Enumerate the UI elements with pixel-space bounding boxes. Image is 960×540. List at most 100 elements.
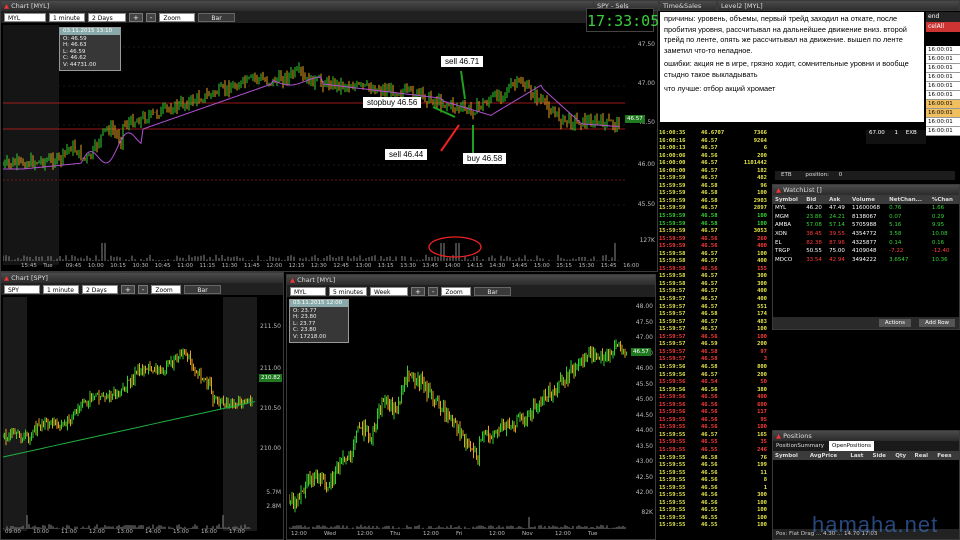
time-sales-window-header[interactable]: Time&Sales xyxy=(659,0,717,11)
myl5-zoom-in-button[interactable]: + xyxy=(411,286,425,296)
watchlist-titlebar[interactable]: ▲ WatchList [] xyxy=(773,185,959,195)
spy-zoom-out-button[interactable]: - xyxy=(137,284,149,294)
actions-button[interactable]: Actions xyxy=(878,319,911,327)
spy-zoom-in-button[interactable]: + xyxy=(121,284,135,294)
cancel-all-button[interactable]: celAll xyxy=(926,22,960,32)
spy-interval-select[interactable]: 1 minute xyxy=(43,284,79,294)
watchlist-row[interactable]: MYL 46.20 47.49 11600068 0.76 1.66 xyxy=(773,204,959,213)
zoom-select[interactable]: Zoom xyxy=(159,12,196,22)
spy-last-price-tag: 210.82 xyxy=(259,374,283,382)
watchlist-row[interactable]: MGM 23.86 24.21 8138067 0.07 0.29 xyxy=(773,213,959,222)
note-improve: что лучше: отбор акций хромает xyxy=(664,83,776,93)
tab-position-summary[interactable]: PositionSummary xyxy=(773,441,827,451)
positions-column-header[interactable]: Last xyxy=(848,451,871,460)
y-tick: 44.50 xyxy=(635,411,653,419)
x-tick: 10:45 xyxy=(154,263,171,269)
x-tick: 16:00 xyxy=(201,529,217,535)
watchlist-window[interactable]: ▲ WatchList [] Symbol Bid Ask Volume NetChan… xyxy=(772,184,960,330)
zoom-out-button[interactable]: - xyxy=(145,12,157,22)
level2-time: 16:00:01 xyxy=(926,91,960,100)
time-sales-row: 15:59:59 46.58 96 xyxy=(659,183,771,191)
send-button[interactable]: end xyxy=(926,12,960,22)
spy-range-select[interactable]: 2 Days xyxy=(82,284,118,294)
volume-tick: 2.8M xyxy=(266,503,281,510)
positions-column-header[interactable]: Symbol xyxy=(773,451,808,460)
time-sales-row: 15:59:59 46.57 3053 xyxy=(659,228,771,236)
trade-price: 46.57 xyxy=(701,145,718,152)
watchlist-row[interactable]: EL 82.38 87.96 4325877 0.14 0.16 xyxy=(773,238,959,247)
spy-price-plot[interactable] xyxy=(3,297,257,531)
chart-style-button[interactable]: Bar xyxy=(198,12,235,22)
watchlist-row[interactable]: AMBA 57.08 57.14 5705988 5.16 9.95 xyxy=(773,221,959,230)
positions-column-header[interactable]: AvgPrice xyxy=(807,451,849,460)
trade-price: 46.57 xyxy=(701,250,718,257)
myl5-chart-titlebar[interactable]: ▲ Chart [MYL] xyxy=(287,275,655,285)
time-sales-row: 15:59:55 46.55 100 xyxy=(659,507,771,515)
watchlist-cell-net: 0.76 xyxy=(889,205,902,212)
x-tick: 09:00 xyxy=(5,529,21,535)
trade-price: 46.58 xyxy=(701,197,718,204)
x-tick: 15:45 xyxy=(600,263,617,269)
y-tick: 211.50 xyxy=(260,323,281,330)
myl5-symbol-select[interactable]: MYL xyxy=(290,286,326,296)
watchlist-column-header[interactable]: %Chan xyxy=(929,195,959,204)
watchlist-cell-symbol: EL xyxy=(775,239,782,246)
myl5-interval-select[interactable]: 5 minutes xyxy=(329,286,367,296)
trade-size: 100 xyxy=(757,333,767,340)
watchlist-column-header[interactable]: Bid xyxy=(804,195,828,204)
main-chart-window[interactable]: ▲ Chart [MYL] _□x MYL 1 minute 2 Days + … xyxy=(0,0,658,272)
watchlist-column-header[interactable]: Volume xyxy=(850,195,888,204)
x-tick: 11:00 xyxy=(177,263,193,269)
trade-price: 46.57 xyxy=(701,160,718,167)
watchlist-table: Symbol Bid Ask Volume NetChan... %Chan MYL 46.… xyxy=(773,195,959,264)
x-tick: 15:15 xyxy=(556,263,573,269)
myl5-chart-window[interactable]: ▲ Chart [MYL] MYL 5 minutes Week + - Zoo… xyxy=(286,274,656,540)
trade-time: 15:59:57 xyxy=(659,356,686,363)
time-sales-list[interactable]: 16:00:35 46.6707 7366 16:00:16 46.57 9264 16:0… xyxy=(659,130,771,530)
watchlist-row[interactable]: XON 38.45 39.55 4354772 3.58 10.08 xyxy=(773,230,959,239)
interval-select[interactable]: 1 minute xyxy=(49,12,85,22)
time-sales-row: 15:59:55 46.56 11 xyxy=(659,470,771,478)
positions-column-header[interactable]: Qty xyxy=(893,451,913,460)
symbol-select[interactable]: MYL xyxy=(4,12,46,22)
spy-chart-window[interactable]: ▲ Chart [SPY] SPY 1 minute 2 Days + - Zo… xyxy=(0,272,284,540)
myl5-zoom-select[interactable]: Zoom xyxy=(441,286,472,296)
watchlist-row[interactable]: TRGP 50.55 75.00 4109048 -7.22 -12.40 xyxy=(773,247,959,256)
spy-chart-titlebar[interactable]: ▲ Chart [SPY] xyxy=(1,273,283,283)
positions-column-header[interactable]: Side xyxy=(870,451,894,460)
time-sales-row: 15:59:56 46.57 200 xyxy=(659,372,771,380)
add-row-button[interactable]: Add Row xyxy=(919,319,955,327)
positions-column-header[interactable]: Real xyxy=(912,451,936,460)
zoom-in-button[interactable]: + xyxy=(129,12,143,22)
annotation-stopbuy: stopbuy 46.56 xyxy=(363,97,422,108)
trade-price: 46.56 xyxy=(701,409,718,416)
spy-style-button[interactable]: Bar xyxy=(184,284,221,294)
main-chart-titlebar[interactable]: ▲ Chart [MYL] _□x xyxy=(1,1,657,11)
ohlc-info-box: 03.11.2015 13:10 O: 46.59 H: 46.63 L: 46… xyxy=(59,27,121,71)
trade-time: 15:59:56 xyxy=(659,363,686,370)
tab-open-positions[interactable]: OpenPositions xyxy=(829,441,874,451)
x-tick: 12:15 xyxy=(288,263,305,269)
spy-symbol-select[interactable]: SPY xyxy=(4,284,40,294)
myl5-style-button[interactable]: Bar xyxy=(474,286,511,296)
myl5-range-select[interactable]: Week xyxy=(370,286,408,296)
watchlist-row[interactable]: MDCO 33.54 42.94 3494222 3.6547 10.36 xyxy=(773,256,959,265)
x-tick: 10:00 xyxy=(87,263,104,269)
x-tick: 12:30 xyxy=(310,263,327,269)
positions-titlebar[interactable]: ▲ Positions xyxy=(773,431,959,441)
watchlist-column-header[interactable]: Symbol xyxy=(773,195,805,204)
spy-zoom-select[interactable]: Zoom xyxy=(151,284,182,294)
watchlist-column-header[interactable]: NetChan... xyxy=(887,195,930,204)
positions-column-header[interactable]: Fees xyxy=(935,451,959,460)
trade-size: 2903 xyxy=(753,197,767,204)
level2-window-header[interactable]: Level2 [MYL] xyxy=(717,0,960,11)
time-sales-row: 15:59:56 46.56 117 xyxy=(659,409,771,417)
y-tick: 47.50 xyxy=(637,41,655,48)
watchlist-cell-symbol: MYL xyxy=(775,205,787,212)
range-select[interactable]: 2 Days xyxy=(88,12,126,22)
positions-tabs: PositionSummary OpenPositions xyxy=(773,441,959,451)
watchlist-column-header[interactable]: Ask xyxy=(827,195,850,204)
spy-price-bars xyxy=(3,348,253,446)
myl5-zoom-out-button[interactable]: - xyxy=(427,286,439,296)
time-sales-row: 15:59:59 46.57 2897 xyxy=(659,205,771,213)
